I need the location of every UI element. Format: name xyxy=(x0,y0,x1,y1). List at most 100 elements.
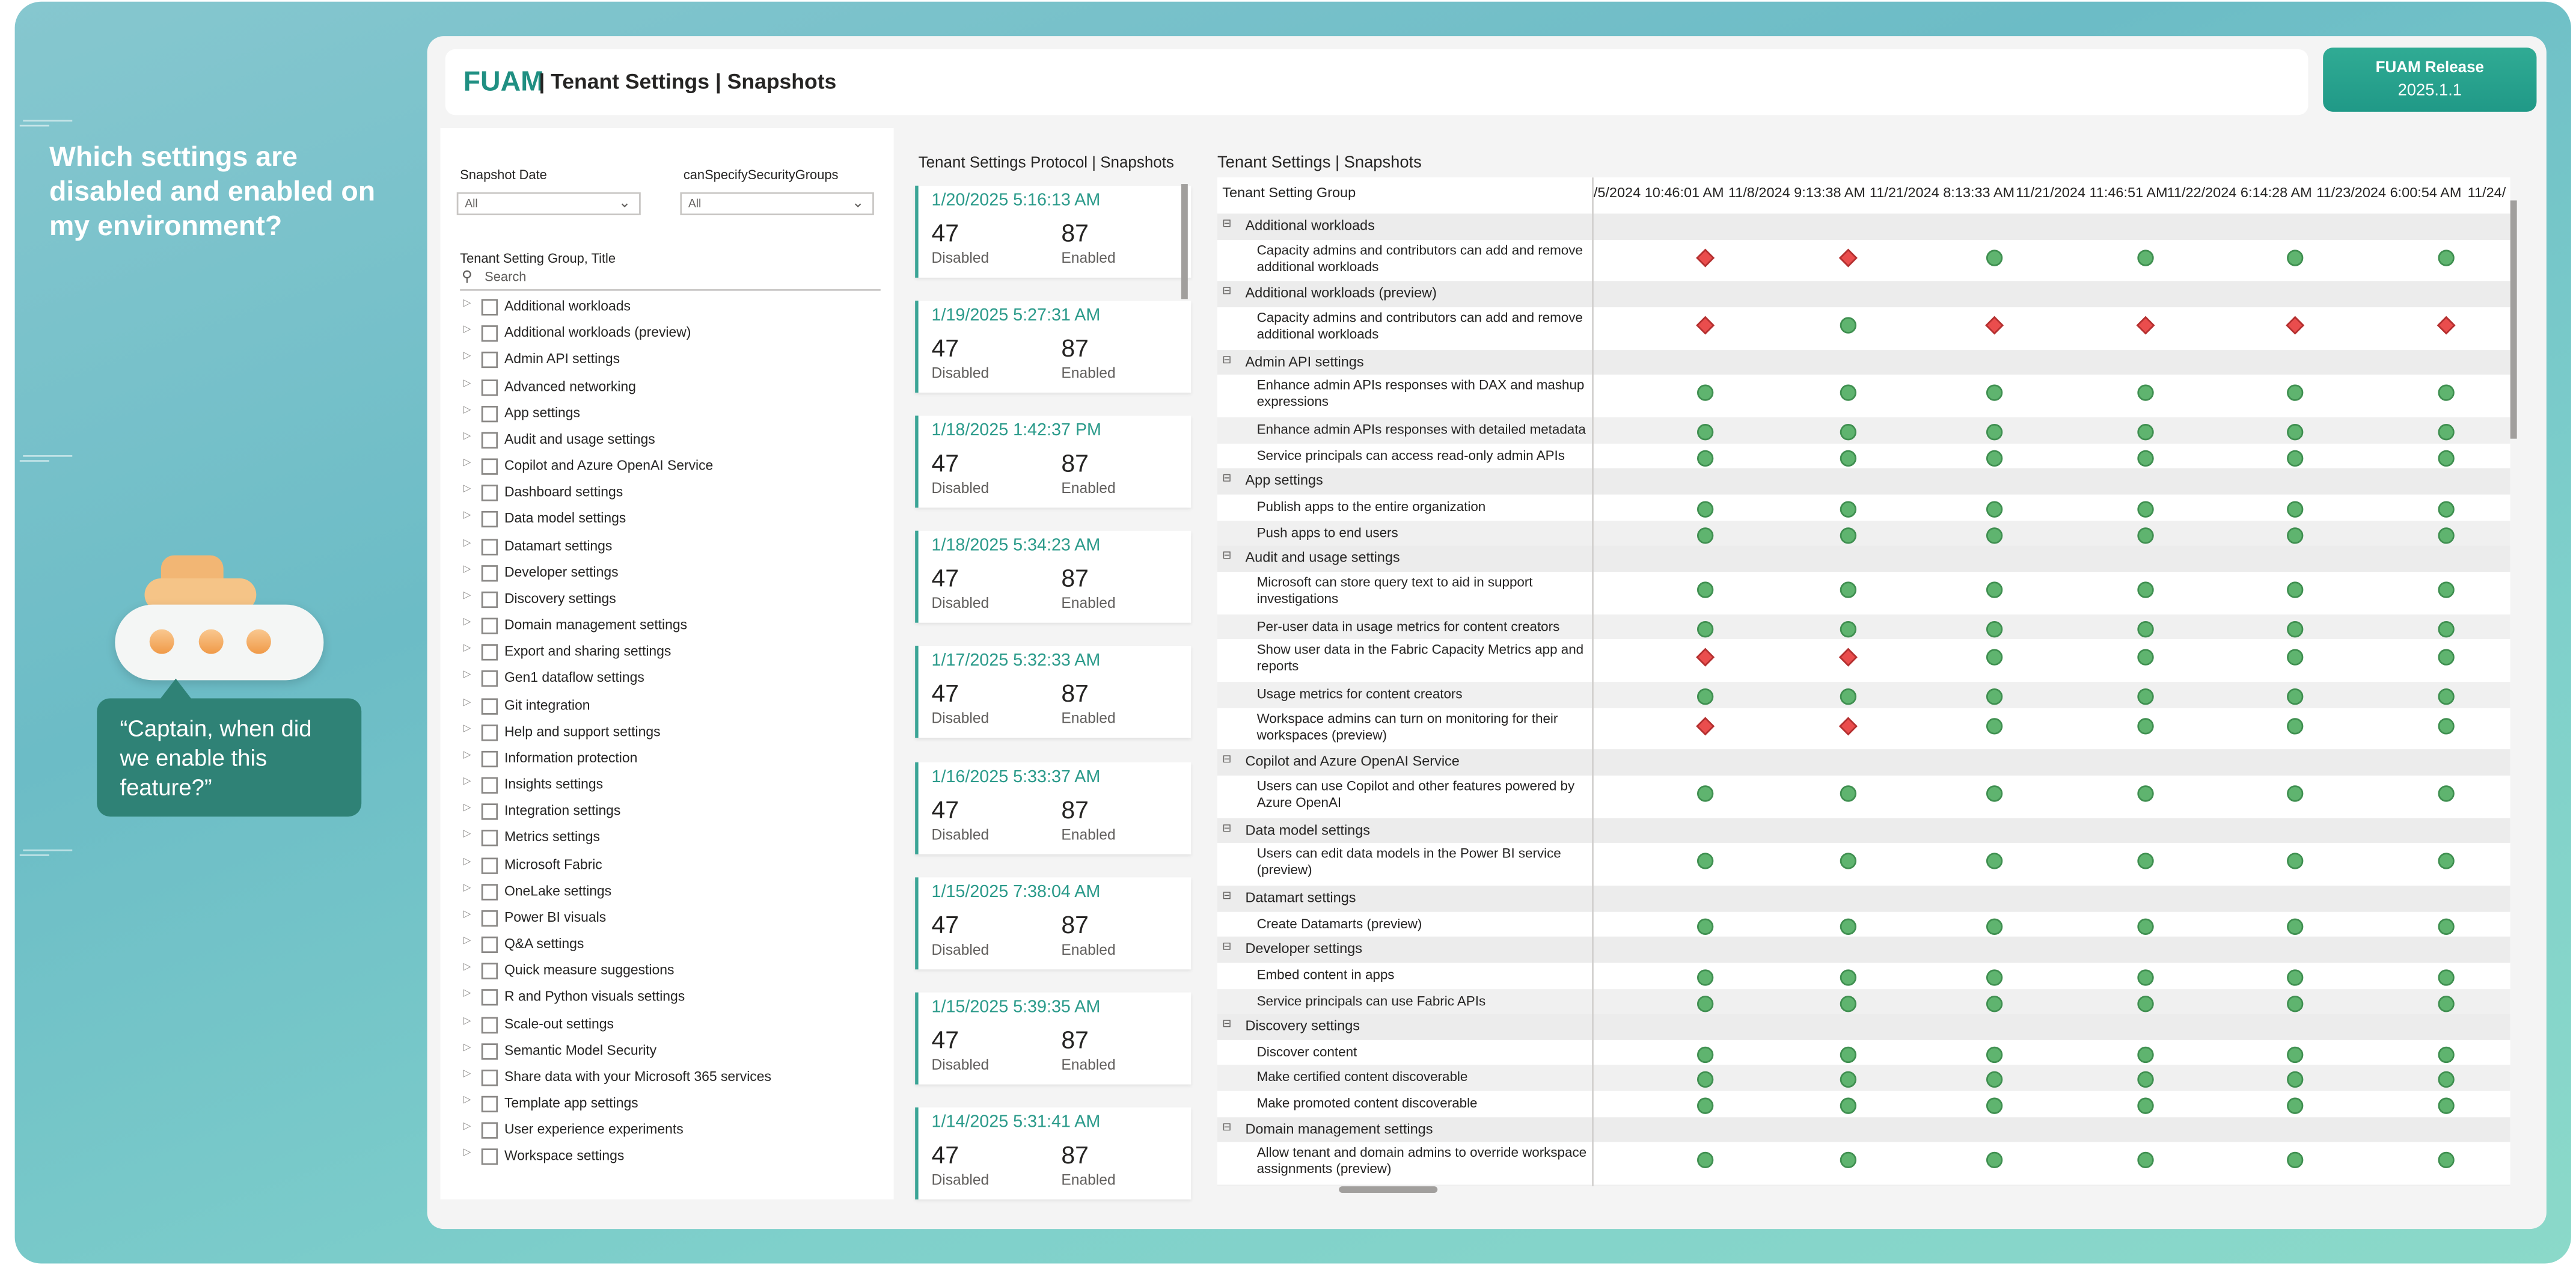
checkbox[interactable] xyxy=(481,644,498,661)
expand-icon[interactable]: ▷ xyxy=(463,988,471,999)
expand-icon[interactable]: ▷ xyxy=(463,483,471,495)
matrix-group-row[interactable]: ⊟ App settings xyxy=(1217,468,2510,495)
snapshot-card[interactable]: 1/16/2025 5:33:37 AM 47 87 Disabled Enabled xyxy=(915,761,1192,854)
matrix-group-row[interactable]: ⊟ Additional workloads xyxy=(1217,213,2510,239)
snapshot-card[interactable]: 1/19/2025 5:27:31 AM 47 87 Disabled Enabled xyxy=(915,301,1192,393)
checkbox[interactable] xyxy=(481,697,498,714)
column-header[interactable]: 11/21/2024 8:13:33 AM xyxy=(1870,184,2015,200)
expand-icon[interactable]: ▷ xyxy=(463,1015,471,1026)
checkbox[interactable] xyxy=(481,299,498,316)
expand-icon[interactable]: ▷ xyxy=(463,1094,471,1106)
expand-icon[interactable]: ▷ xyxy=(463,961,471,973)
matrix-group-row[interactable]: ⊟ Discovery settings xyxy=(1217,1014,2510,1040)
column-header[interactable]: 11/22/2024 6:14:28 AM xyxy=(2167,184,2312,200)
snapshot-card[interactable]: 1/20/2025 5:16:13 AM 47 87 Disabled Enabled xyxy=(915,185,1192,278)
matrix-horizontal-scrollbar[interactable] xyxy=(1339,1186,1438,1193)
expand-icon[interactable]: ▷ xyxy=(463,776,471,787)
collapse-icon[interactable]: ⊟ xyxy=(1222,753,1231,766)
matrix-group-row[interactable]: ⊟ Data model settings xyxy=(1217,818,2510,844)
cards-scrollbar[interactable] xyxy=(1181,184,1188,299)
expand-icon[interactable]: ▷ xyxy=(463,1068,471,1079)
checkbox[interactable] xyxy=(481,617,498,634)
matrix-group-row[interactable]: ⊟ Domain management settings xyxy=(1217,1116,2510,1142)
search-input[interactable]: ⚲ Search xyxy=(460,268,881,291)
column-header[interactable]: 11/23/2024 6:00:54 AM xyxy=(2316,184,2461,200)
expand-icon[interactable]: ▷ xyxy=(463,377,471,388)
checkbox[interactable] xyxy=(481,405,498,422)
snapshot-card[interactable]: 1/18/2025 5:34:23 AM 47 87 Disabled Enabled xyxy=(915,531,1192,623)
matrix-group-row[interactable]: ⊟ Datamart settings xyxy=(1217,886,2510,912)
expand-icon[interactable]: ▷ xyxy=(463,324,471,335)
snapshot-card[interactable]: 1/15/2025 5:39:35 AM 47 87 Disabled Enabled xyxy=(915,991,1192,1084)
expand-icon[interactable]: ▷ xyxy=(463,802,471,813)
expand-icon[interactable]: ▷ xyxy=(463,749,471,761)
expand-icon[interactable]: ▷ xyxy=(463,298,471,308)
checkbox[interactable] xyxy=(481,724,498,741)
checkbox[interactable] xyxy=(481,1123,498,1139)
expand-icon[interactable]: ▷ xyxy=(463,351,471,362)
matrix-group-row[interactable]: ⊟ Developer settings xyxy=(1217,937,2510,963)
expand-icon[interactable]: ▷ xyxy=(463,563,471,574)
snapshot-card[interactable]: 1/18/2025 1:42:37 PM 47 87 Disabled Enabled xyxy=(915,415,1192,508)
snapshot-card[interactable]: 1/14/2025 5:31:41 AM 47 87 Disabled Enabled xyxy=(915,1107,1192,1199)
matrix-group-row[interactable]: ⊟ Copilot and Azure OpenAI Service xyxy=(1217,750,2510,776)
collapse-icon[interactable]: ⊟ xyxy=(1222,889,1231,902)
matrix-group-row[interactable]: ⊟ Additional workloads (preview) xyxy=(1217,281,2510,307)
expand-icon[interactable]: ▷ xyxy=(463,1041,471,1053)
expand-icon[interactable]: ▷ xyxy=(463,643,471,654)
collapse-icon[interactable]: ⊟ xyxy=(1222,1120,1231,1133)
checkbox[interactable] xyxy=(481,1096,498,1113)
column-header[interactable]: /5/2024 10:46:01 AM xyxy=(1594,184,1724,200)
checkbox[interactable] xyxy=(481,511,498,528)
collapse-icon[interactable]: ⊟ xyxy=(1222,472,1231,485)
snapshot-card[interactable]: 1/17/2025 5:32:33 AM 47 87 Disabled Enabled xyxy=(915,646,1192,739)
checkbox[interactable] xyxy=(481,565,498,581)
checkbox[interactable] xyxy=(481,1149,498,1166)
checkbox[interactable] xyxy=(481,591,498,608)
matrix-group-row[interactable]: ⊟ Audit and usage settings xyxy=(1217,545,2510,572)
checkbox[interactable] xyxy=(481,432,498,449)
expand-icon[interactable]: ▷ xyxy=(463,935,471,946)
checkbox[interactable] xyxy=(481,485,498,502)
collapse-icon[interactable]: ⊟ xyxy=(1222,285,1231,298)
checkbox[interactable] xyxy=(481,538,498,555)
checkbox[interactable] xyxy=(481,458,498,475)
matrix-vertical-scrollbar[interactable] xyxy=(2510,200,2517,439)
expand-icon[interactable]: ▷ xyxy=(463,856,471,866)
collapse-icon[interactable]: ⊟ xyxy=(1222,353,1231,366)
expand-icon[interactable]: ▷ xyxy=(463,510,471,521)
checkbox[interactable] xyxy=(481,777,498,794)
expand-icon[interactable]: ▷ xyxy=(463,430,471,441)
checkbox[interactable] xyxy=(481,803,498,821)
checkbox[interactable] xyxy=(481,1016,498,1033)
checkbox[interactable] xyxy=(481,671,498,688)
checkbox[interactable] xyxy=(481,352,498,369)
collapse-icon[interactable]: ⊟ xyxy=(1222,940,1231,954)
snapshot-date-dropdown[interactable]: All ⌄ xyxy=(456,192,641,215)
expand-icon[interactable]: ▷ xyxy=(463,1121,471,1132)
column-header[interactable]: 11/21/2024 11:46:51 AM xyxy=(2016,184,2167,200)
checkbox[interactable] xyxy=(481,910,498,927)
checkbox[interactable] xyxy=(481,936,498,954)
checkbox[interactable] xyxy=(481,883,498,900)
expand-icon[interactable]: ▷ xyxy=(463,590,471,601)
collapse-icon[interactable]: ⊟ xyxy=(1222,217,1231,230)
checkbox[interactable] xyxy=(481,378,498,396)
checkbox[interactable] xyxy=(481,1043,498,1059)
checkbox[interactable] xyxy=(481,325,498,342)
column-header[interactable]: 11/8/2024 9:13:38 AM xyxy=(1728,184,1865,200)
expand-icon[interactable]: ▷ xyxy=(463,457,471,468)
checkbox[interactable] xyxy=(481,963,498,980)
collapse-icon[interactable]: ⊟ xyxy=(1222,821,1231,835)
expand-icon[interactable]: ▷ xyxy=(463,882,471,893)
expand-icon[interactable]: ▷ xyxy=(463,1148,471,1159)
checkbox[interactable] xyxy=(481,857,498,874)
expand-icon[interactable]: ▷ xyxy=(463,669,471,681)
matrix-group-row[interactable]: ⊟ Admin API settings xyxy=(1217,349,2510,376)
checkbox[interactable] xyxy=(481,990,498,1006)
checkbox[interactable] xyxy=(481,830,498,847)
expand-icon[interactable]: ▷ xyxy=(463,536,471,548)
column-header[interactable]: 11/24/ xyxy=(2468,184,2506,200)
expand-icon[interactable]: ▷ xyxy=(463,616,471,628)
checkbox[interactable] xyxy=(481,750,498,767)
